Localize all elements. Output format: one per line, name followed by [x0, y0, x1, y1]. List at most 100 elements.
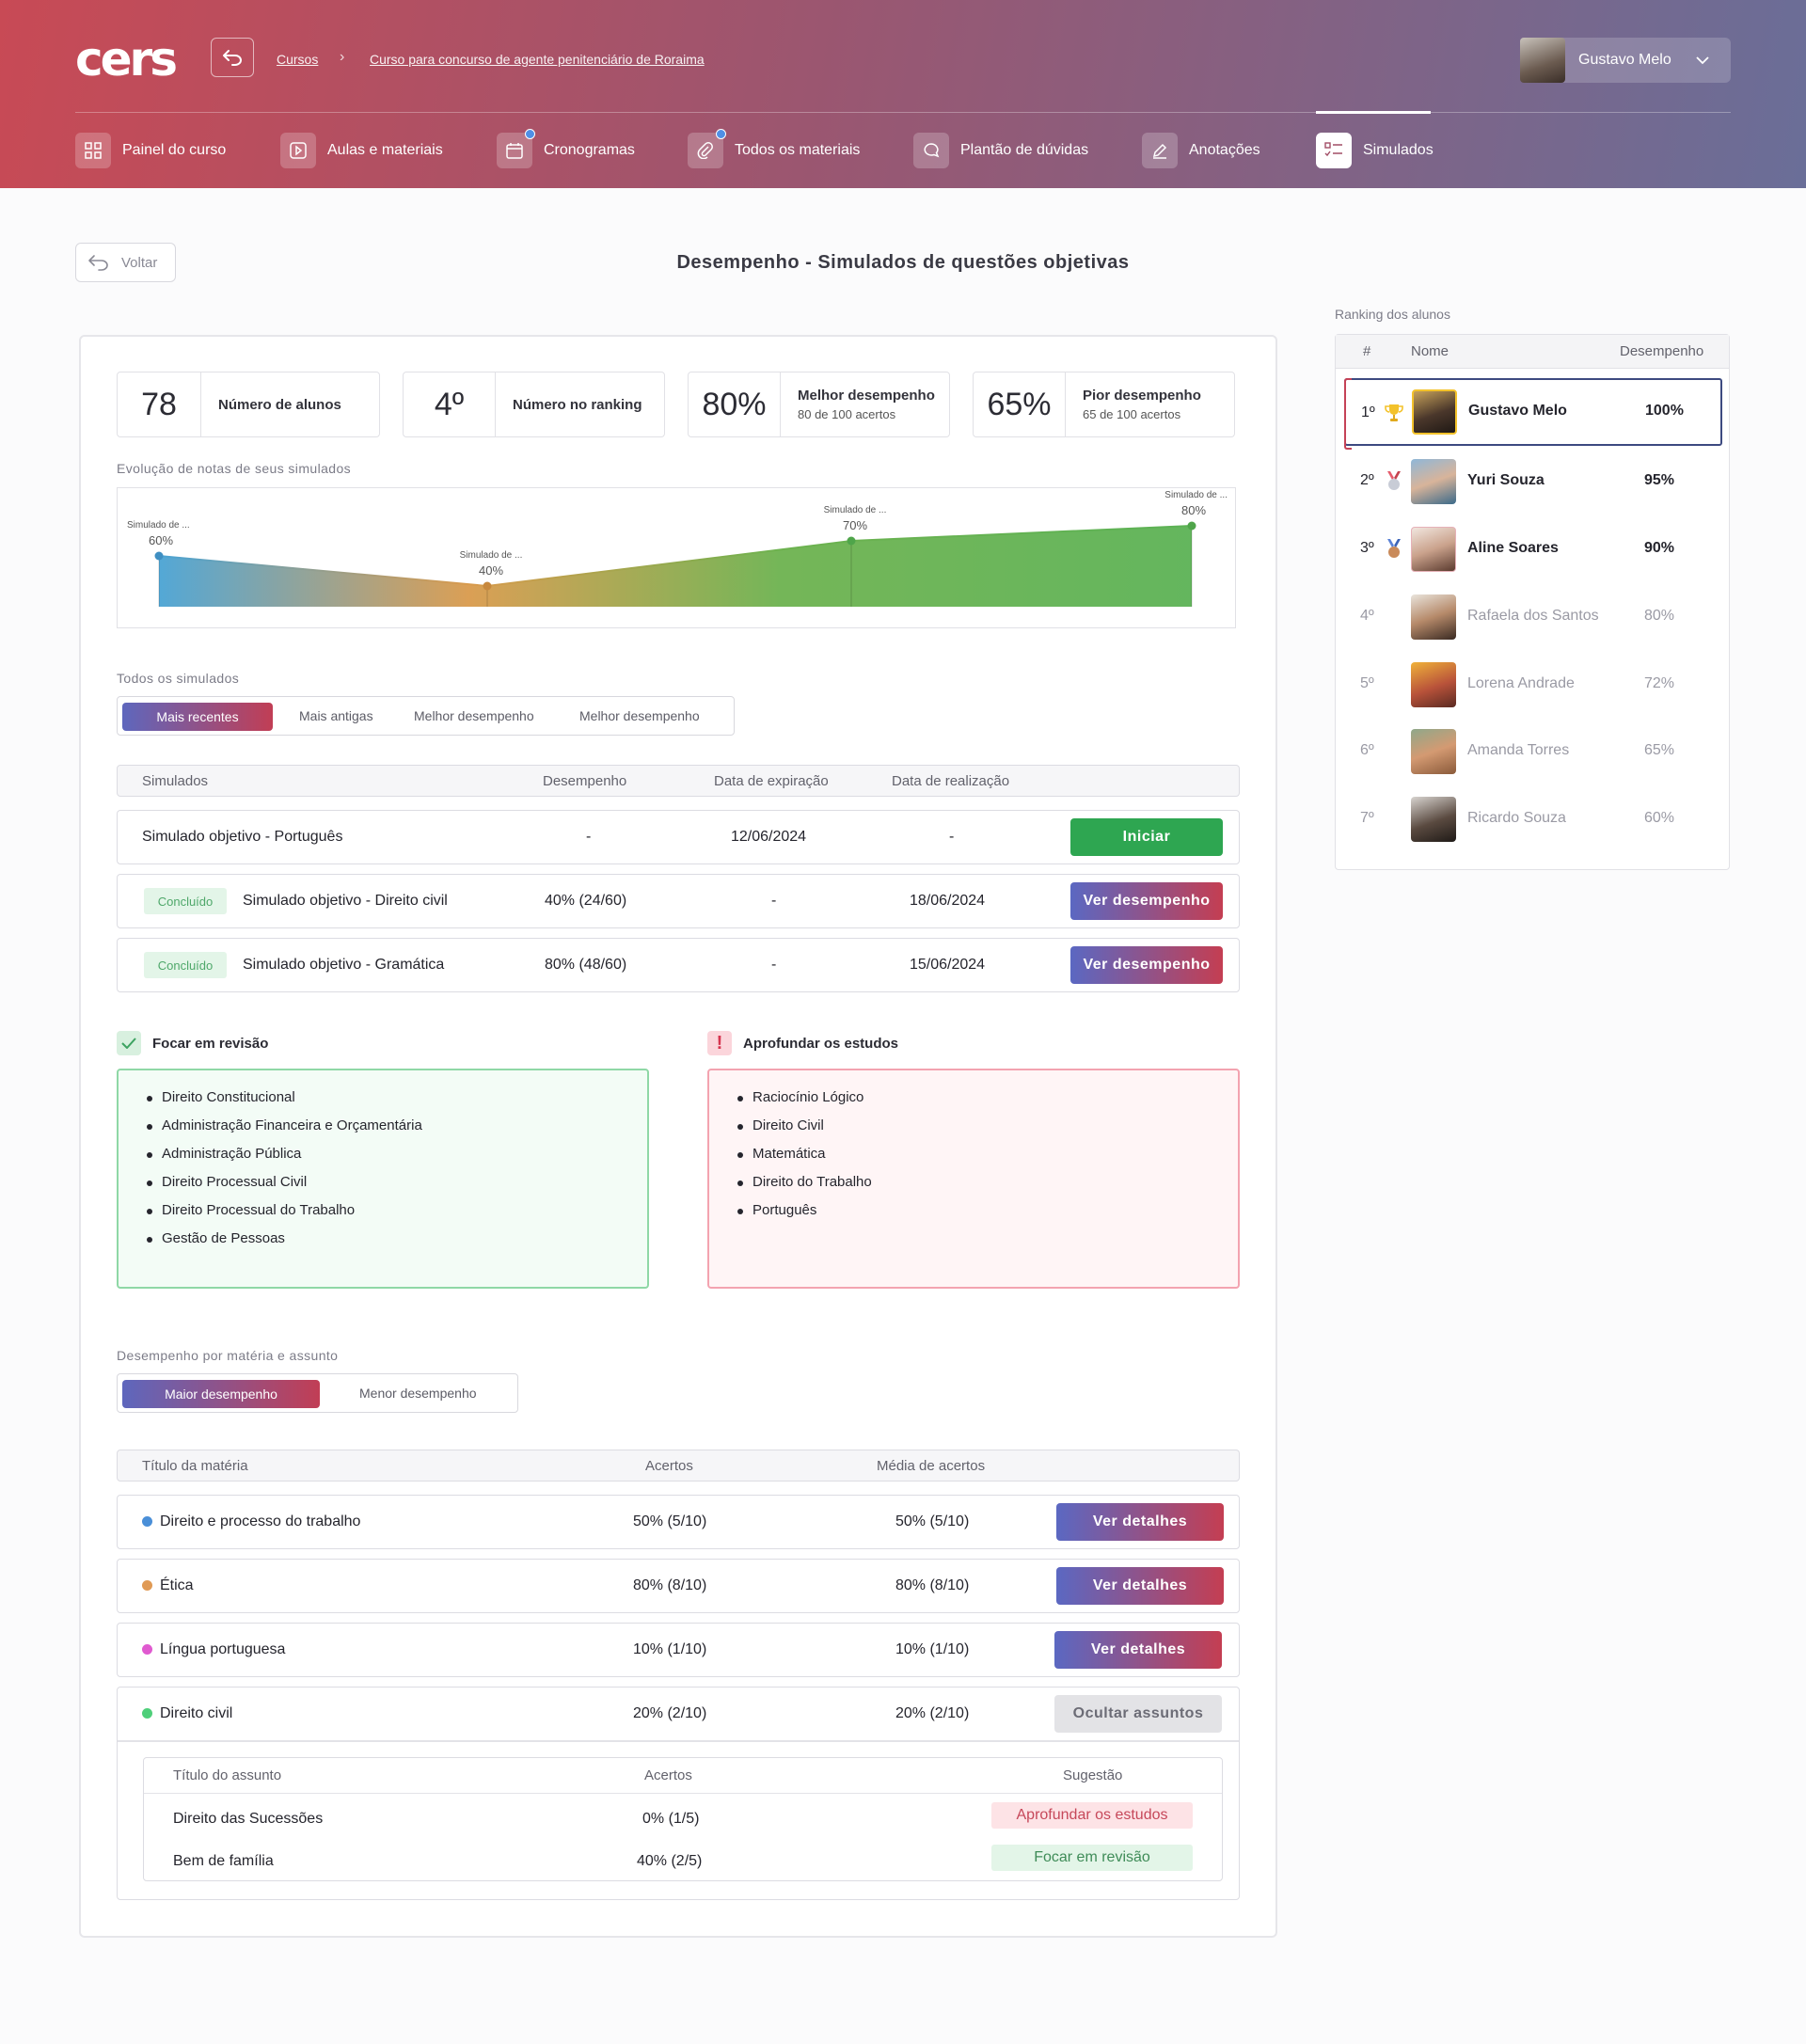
rank-name: Rafaela dos Santos: [1467, 608, 1599, 624]
assunto-name: Direito das Sucessões: [173, 1811, 324, 1827]
tab-simulados[interactable]: Simulados: [1316, 132, 1434, 169]
ver-detalhes-button[interactable]: Ver detalhes: [1056, 1503, 1224, 1541]
breadcrumb-course[interactable]: Curso para concurso de agente penitenciá…: [370, 52, 705, 67]
stat-value: 4º: [404, 372, 496, 436]
assunto-name: Bem de família: [173, 1853, 274, 1869]
chart-value-label: 70%: [843, 518, 867, 532]
header-back-button[interactable]: [211, 38, 254, 77]
filter-maior-desempenho[interactable]: Maior desempenho: [122, 1380, 320, 1408]
materia-name: Ética: [142, 1577, 194, 1594]
stat-card-worst: 65% Pior desempenho 65 de 100 acertos: [973, 372, 1235, 437]
ranking-row-6[interactable]: 6º Amanda Torres 65%: [1336, 718, 1729, 785]
avatar: [1411, 729, 1456, 774]
color-dot: [142, 1708, 152, 1719]
simulado-desempenho: 40% (24/60): [545, 893, 627, 909]
filter-mais-antigas[interactable]: Mais antigas: [299, 697, 373, 735]
color-dot: [142, 1580, 152, 1591]
silver-medal-icon: [1387, 471, 1401, 490]
materia-name: Direito civil: [142, 1705, 232, 1722]
filter-menor-desempenho[interactable]: Menor desempenho: [359, 1374, 477, 1412]
rank-perf: 90%: [1644, 540, 1675, 556]
focar-header: Focar em revisão: [117, 1031, 268, 1055]
exclamation-icon: !: [707, 1031, 732, 1055]
ver-desempenho-button[interactable]: Ver desempenho: [1070, 882, 1223, 920]
iniciar-button[interactable]: Iniciar: [1070, 818, 1223, 856]
rank-perf: 72%: [1644, 675, 1675, 691]
materia-label: Direito civil: [160, 1705, 233, 1721]
stat-card-students: 78 Número de alunos: [117, 372, 380, 437]
tab-cronogramas[interactable]: Cronogramas: [497, 129, 635, 169]
ver-detalhes-button[interactable]: Ver detalhes: [1054, 1631, 1222, 1669]
evolution-chart-svg: Simulado de ... 60% Simulado de ... 40% Simu…: [127, 490, 1228, 607]
notification-dot: [525, 129, 535, 139]
breadcrumb-cursos[interactable]: Cursos: [277, 52, 318, 67]
filter-melhor-desempenho-2[interactable]: Melhor desempenho: [579, 697, 700, 735]
checklist-icon: [1316, 133, 1352, 168]
stat-value: 80%: [689, 372, 781, 436]
trophy-icon: [1385, 404, 1403, 421]
back-label: Voltar: [121, 254, 158, 271]
chart-area: [159, 526, 1192, 607]
ver-desempenho-button[interactable]: Ver desempenho: [1070, 946, 1223, 984]
simulados-table-header: Simulados Desempenho Data de expiração D…: [117, 765, 1240, 797]
rank-perf: 60%: [1644, 810, 1675, 826]
list-item: Português: [737, 1196, 1238, 1225]
col-sugestao: Sugestão: [1063, 1767, 1123, 1783]
tab-plantao-de-duvidas[interactable]: Plantão de dúvidas: [913, 132, 1088, 169]
cers-logo[interactable]: cers: [75, 36, 178, 83]
filter-mais-recentes[interactable]: Mais recentes: [122, 703, 273, 731]
stat-sub: 80 de 100 acertos: [798, 407, 896, 421]
materia-acertos: 10% (1/10): [633, 1641, 707, 1657]
list-item: Direito Constitucional: [147, 1084, 647, 1112]
col-acertos: Acertos: [645, 1458, 693, 1474]
simulado-realizacao: -: [949, 829, 955, 845]
stat-card-best: 80% Melhor desempenho 80 de 100 acertos: [688, 372, 950, 437]
table-row: Língua portuguesa 10% (1/10) 10% (1/10) …: [117, 1623, 1240, 1677]
row-divider: [118, 1740, 1239, 1742]
simulados-filter: Mais recentes Mais antigas Melhor desemp…: [117, 696, 735, 736]
tab-label: Aulas e materiais: [327, 142, 443, 158]
chart-point[interactable]: [154, 551, 164, 561]
ranking-row-3[interactable]: 3º Aline Soares 90%: [1336, 515, 1729, 583]
undo-icon: [223, 50, 242, 66]
chart-point[interactable]: [1187, 521, 1196, 531]
col-desempenho: Desempenho: [543, 773, 627, 789]
ocultar-assuntos-button[interactable]: Ocultar assuntos: [1054, 1695, 1222, 1733]
sugestao-tag-aprofundar: Aprofundar os estudos: [991, 1802, 1193, 1829]
rank-name: Amanda Torres: [1467, 742, 1570, 758]
assunto-acertos: 40% (2/5): [637, 1853, 703, 1869]
list-item: Direito do Trabalho: [737, 1168, 1238, 1196]
rank-pos: 1º: [1361, 404, 1375, 420]
filter-melhor-desempenho[interactable]: Melhor desempenho: [414, 697, 534, 735]
rank-pos: 5º: [1360, 675, 1374, 691]
rank-perf: 65%: [1644, 742, 1675, 758]
simulado-realizacao: 15/06/2024: [910, 957, 986, 973]
ranking-row-2[interactable]: 2º Yuri Souza 95%: [1336, 448, 1729, 515]
page-title: Desempenho - Simulados de questões objet…: [676, 252, 1130, 273]
materia-label: Ética: [160, 1577, 194, 1593]
top-header: cers Cursos › Curso para concurso de age…: [0, 0, 1806, 188]
ver-detalhes-button[interactable]: Ver detalhes: [1056, 1567, 1224, 1605]
tab-painel-do-curso[interactable]: Painel do curso: [75, 132, 226, 169]
rank-pos: 7º: [1360, 810, 1374, 826]
chart-point[interactable]: [483, 581, 492, 591]
tab-label: Todos os materiais: [735, 142, 861, 158]
ranking-row-4[interactable]: 4º Rafaela dos Santos 80%: [1336, 583, 1729, 651]
tab-todos-os-materiais[interactable]: Todos os materiais: [688, 129, 861, 169]
back-button[interactable]: Voltar: [75, 243, 176, 282]
table-row: Direito e processo do trabalho 50% (5/10…: [117, 1495, 1240, 1549]
tab-aulas-e-materiais[interactable]: Aulas e materiais: [280, 132, 443, 169]
materia-acertos: 80% (8/10): [633, 1577, 707, 1593]
chart-point[interactable]: [847, 536, 856, 546]
ranking-row-7[interactable]: 7º Ricardo Souza 60%: [1336, 785, 1729, 853]
ranking-row-5[interactable]: 5º Lorena Andrade 72%: [1336, 651, 1729, 719]
materias-table-header: Título da matéria Acertos Média de acert…: [117, 1450, 1240, 1482]
list-item: Direito Processual do Trabalho: [147, 1196, 647, 1225]
col-assunto-acertos: Acertos: [644, 1767, 692, 1783]
stat-label: Número de alunos: [201, 397, 341, 413]
rank-pos: 3º: [1360, 540, 1374, 556]
tab-anotacoes[interactable]: Anotações: [1142, 132, 1260, 169]
user-menu[interactable]: Gustavo Melo: [1520, 38, 1731, 83]
chart-value-label: 80%: [1181, 503, 1206, 517]
ranking-row-1[interactable]: 1º Gustavo Melo 100%: [1344, 378, 1722, 450]
